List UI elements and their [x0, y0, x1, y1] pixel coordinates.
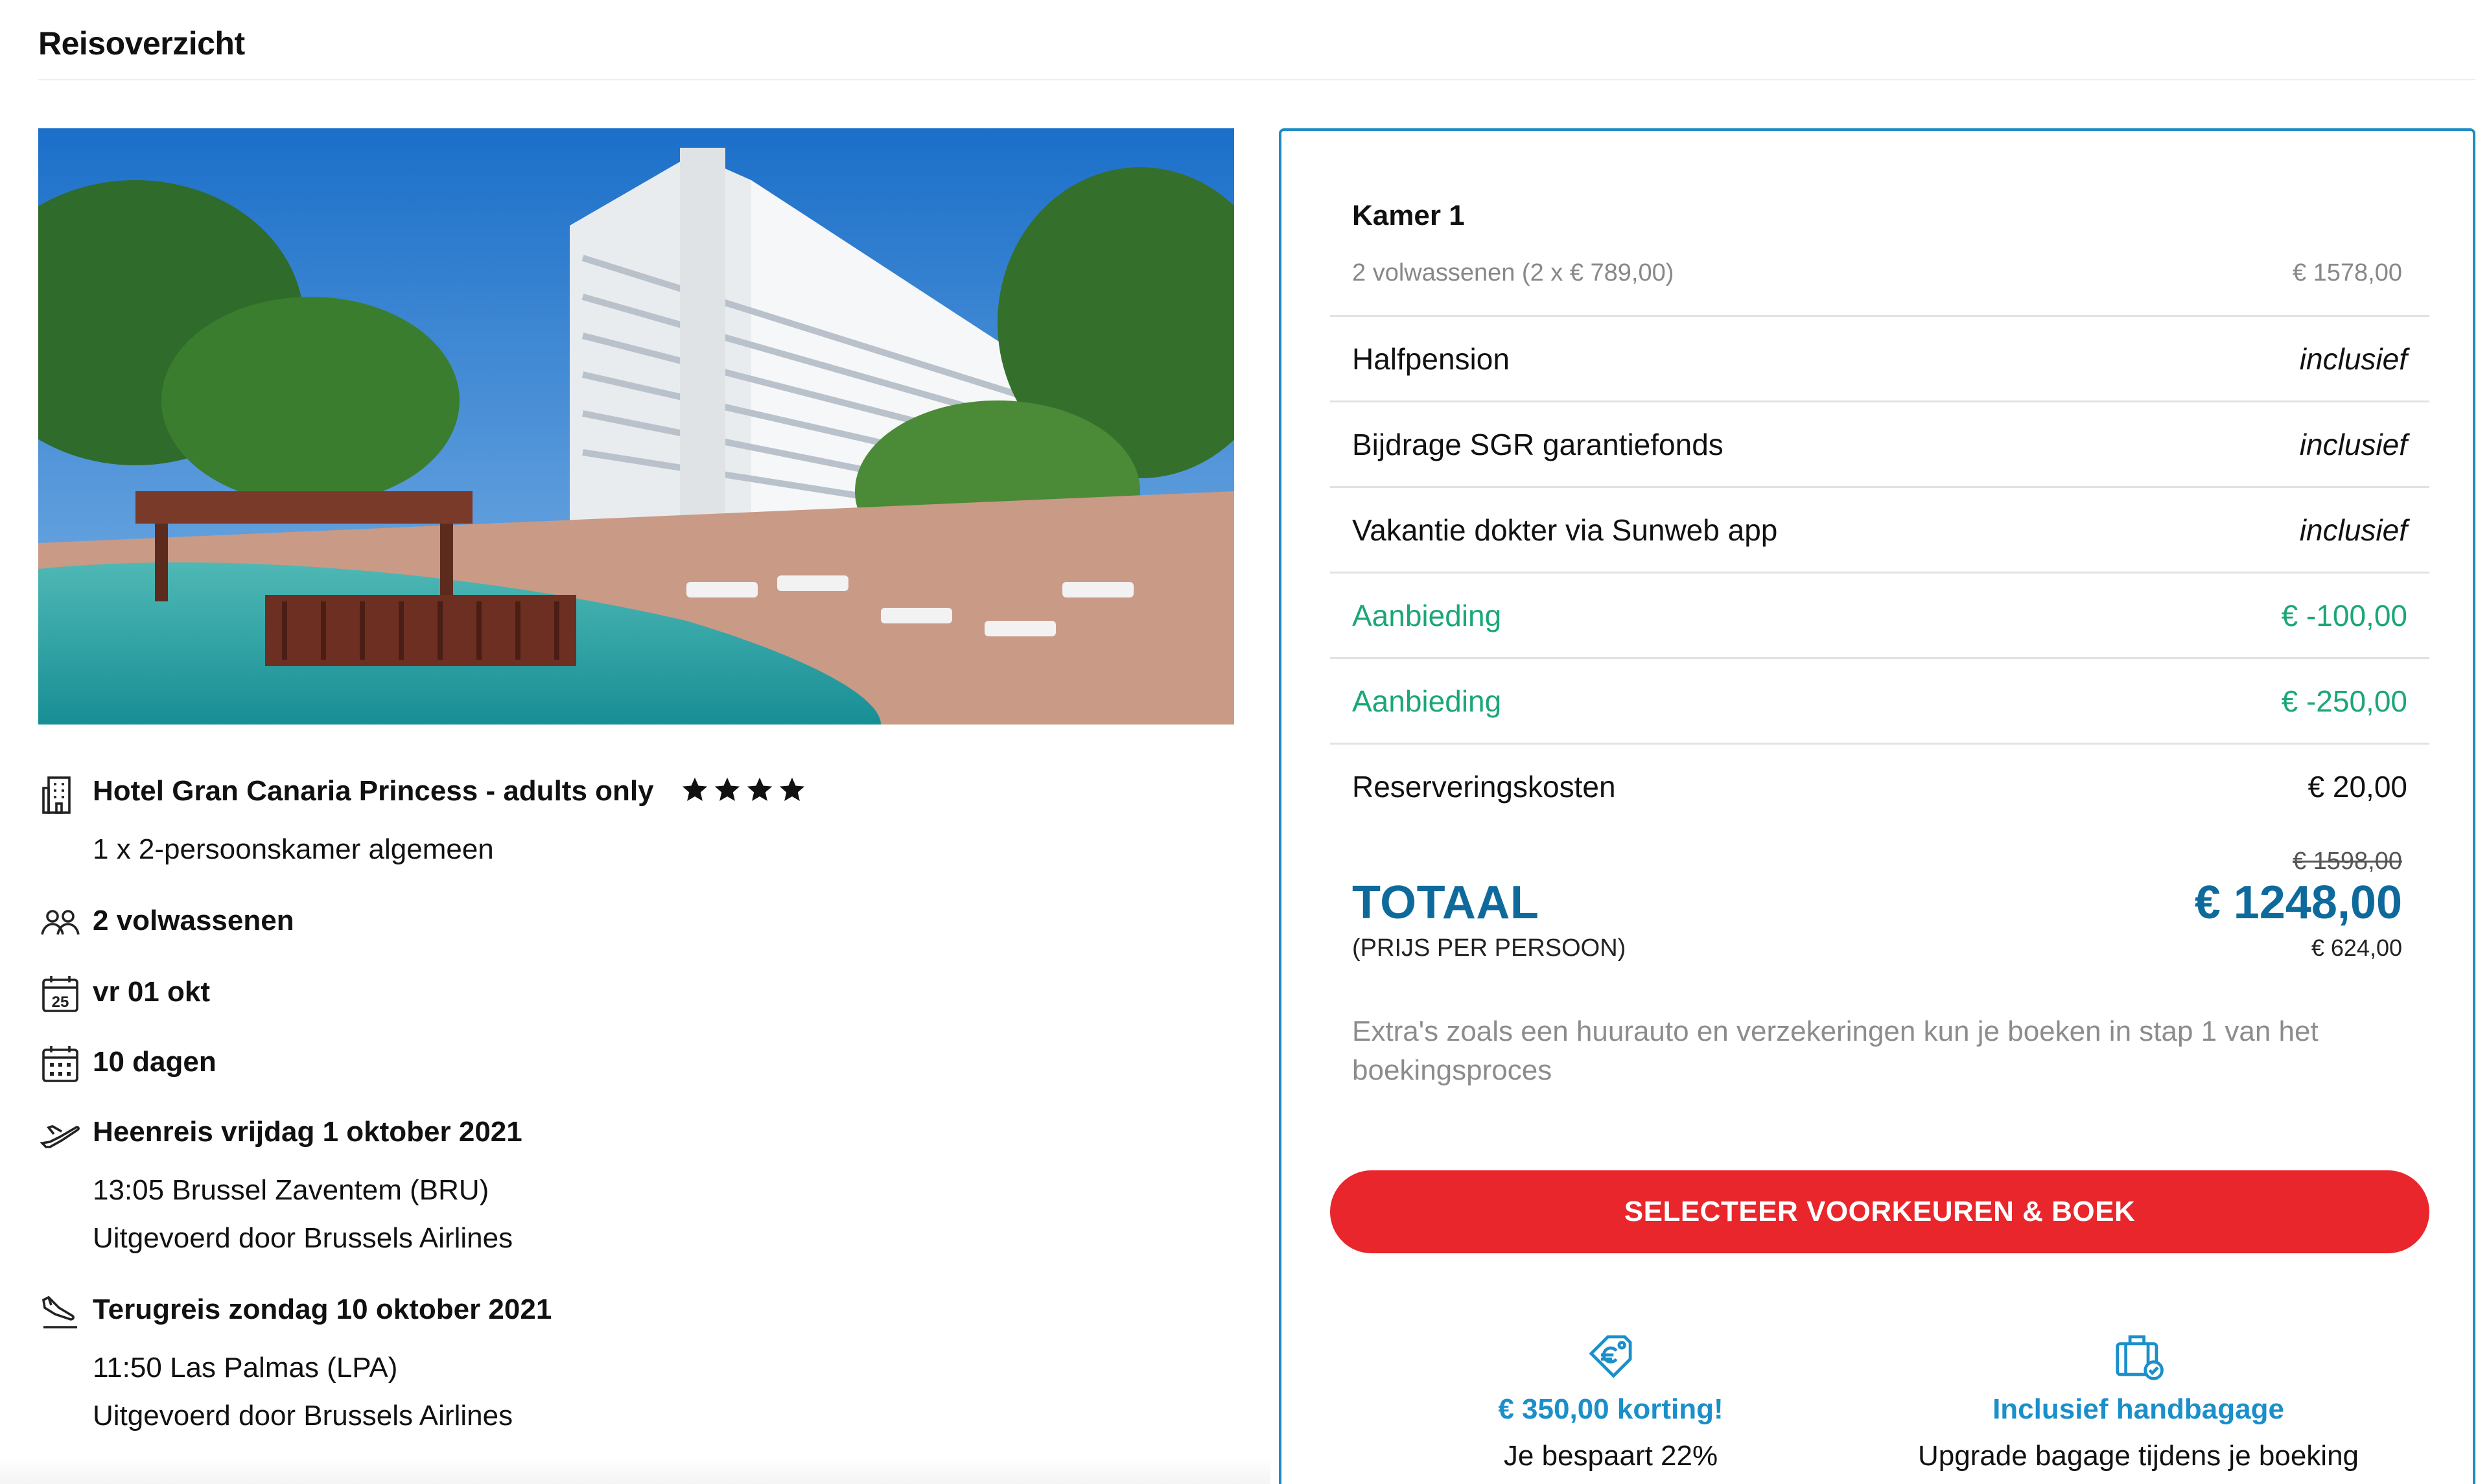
star-icon: [714, 778, 740, 802]
room-type: 1 x 2-persoonskamer algemeen: [93, 833, 494, 865]
line-label: Reserveringskosten: [1352, 769, 1616, 804]
outbound-title: Heenreis vrijdag 1 oktober 2021: [93, 1116, 522, 1148]
luggage-check-icon: [2110, 1328, 2166, 1384]
calendar-date-icon: 25: [38, 972, 82, 1016]
line-value: inclusief: [2299, 342, 2407, 376]
line-value: € -250,00: [2281, 684, 2407, 718]
calendar-day: 25: [52, 993, 69, 1011]
star-icon: [779, 778, 804, 802]
line-booking-fee: Reserveringskosten € 20,00: [1330, 743, 2429, 828]
line-vacation-doctor: Vakantie dokter via Sunweb app inclusief: [1330, 486, 2429, 572]
hotel-photo[interactable]: [38, 128, 1234, 725]
extras-note: Extra's zoals een huurauto en verzekerin…: [1352, 1015, 2319, 1086]
return-title: Terugreis zondag 10 oktober 2021: [93, 1293, 552, 1325]
line-label: Aanbieding: [1352, 684, 1502, 718]
usp-subtitle: Upgrade bagage tijdens je boeking: [1917, 1440, 2359, 1472]
line-label: Halfpension: [1352, 342, 1510, 376]
hotel-name-row: Hotel Gran Canaria Princess - adults onl…: [93, 775, 807, 807]
hotel-name: Hotel Gran Canaria Princess - adults onl…: [93, 775, 654, 807]
calendar-icon: [38, 1042, 82, 1086]
price-tag-icon: [1583, 1328, 1639, 1384]
star-icon: [747, 778, 772, 802]
adults-price: € 1578,00: [2292, 259, 2402, 286]
usp-hand-luggage: Inclusief handbagage Upgrade bagage tijd…: [1879, 1328, 2398, 1472]
hotel-star-rating: [680, 775, 807, 805]
scroll-fade: [0, 1458, 1270, 1484]
original-total: € 1598,00: [2292, 848, 2402, 875]
total-label: TOTAAL: [1352, 877, 1539, 929]
line-value: € -100,00: [2281, 598, 2407, 632]
travelers-count: 2 volwassenen: [93, 905, 294, 936]
line-value: € 20,00: [2308, 769, 2407, 804]
outbound-departure: 13:05 Brussel Zaventem (BRU): [93, 1174, 489, 1206]
line-label: Vakantie dokter via Sunweb app: [1352, 513, 1778, 547]
adults-label: 2 volwassenen (2 x € 789,00): [1352, 259, 1674, 286]
per-person-label: (PRIJS PER PERSOON): [1352, 934, 1626, 962]
return-departure: 11:50 Las Palmas (LPA): [93, 1352, 398, 1384]
line-label: Bijdrage SGR garantiefonds: [1352, 427, 1724, 461]
line-label: Aanbieding: [1352, 598, 1502, 632]
line-discount-2: Aanbieding € -250,00: [1330, 657, 2429, 743]
usp-discount: € 350,00 korting! Je bespaart 22%: [1351, 1328, 1870, 1472]
trip-duration: 10 dagen: [93, 1046, 216, 1078]
usp-title: € 350,00 korting!: [1498, 1393, 1724, 1425]
travelers-icon: [38, 901, 82, 945]
plane-departure-icon: [38, 1112, 82, 1156]
total-price: € 1248,00: [2194, 877, 2402, 929]
price-summary-card: Kamer 1 2 volwassenen (2 x € 789,00) € 1…: [1279, 128, 2475, 1484]
line-sgr-fund: Bijdrage SGR garantiefonds inclusief: [1330, 400, 2429, 486]
room-title: Kamer 1: [1352, 200, 1465, 231]
page-title: Reisoverzicht: [38, 25, 245, 62]
return-carrier: Uitgevoerd door Brussels Airlines: [93, 1400, 513, 1432]
book-button[interactable]: SELECTEER VOORKEUREN & BOEK: [1330, 1170, 2429, 1253]
line-halfpension: Halfpension inclusief: [1330, 315, 2429, 400]
departure-date: vr 01 okt: [93, 976, 210, 1008]
plane-arrival-icon: [38, 1290, 82, 1334]
line-value: inclusief: [2299, 513, 2407, 547]
outbound-carrier: Uitgevoerd door Brussels Airlines: [93, 1222, 513, 1254]
star-icon: [682, 778, 707, 802]
usp-title: Inclusief handbagage: [1992, 1393, 2284, 1425]
usp-subtitle: Je bespaart 22%: [1503, 1440, 1718, 1472]
per-person-price: € 624,00: [2311, 934, 2402, 961]
title-divider: [38, 79, 2475, 80]
building-icon: [38, 772, 82, 817]
line-discount-1: Aanbieding € -100,00: [1330, 572, 2429, 657]
line-value: inclusief: [2299, 427, 2407, 461]
